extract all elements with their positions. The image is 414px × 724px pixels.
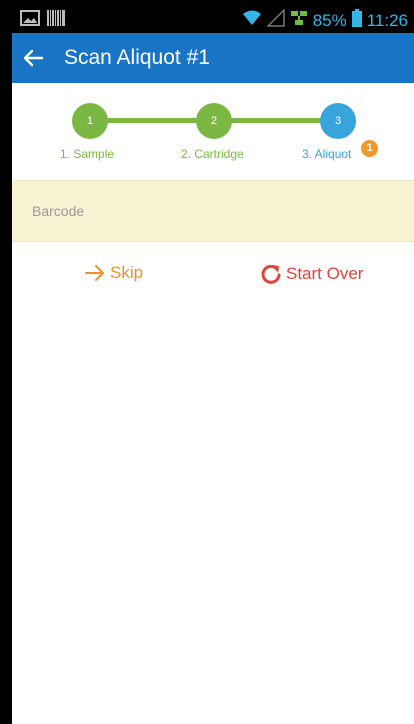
signal-icon	[265, 8, 285, 32]
step-2-circle[interactable]: 2	[196, 103, 232, 139]
page-title: Scan Aliquot #1	[64, 46, 210, 69]
step-3-label: 3. Aliquot	[302, 147, 352, 161]
start-over-button[interactable]: Start Over	[260, 263, 363, 285]
battery-icon	[351, 9, 362, 32]
step-1-circle[interactable]: 1	[72, 103, 108, 139]
step-3-circle[interactable]: 3	[320, 103, 356, 139]
phone-screen: 85% 11:26 Scan Aliquot #1 1 2 3 1. Sampl…	[12, 5, 414, 724]
clock-time: 11:26	[366, 10, 408, 30]
skip-label: Skip	[110, 263, 144, 282]
start-over-label: Start Over	[286, 264, 364, 283]
network-icon	[290, 9, 308, 32]
step-2-label: 2. Cartridge	[181, 147, 244, 161]
step-3-badge: 1	[361, 140, 378, 157]
barcode-input[interactable]	[30, 198, 404, 224]
app-bar: Scan Aliquot #1	[12, 33, 414, 83]
step-1-label: 1. Sample	[60, 147, 115, 161]
status-bar-right: 85% 11:26	[242, 8, 408, 32]
status-bar-left	[20, 9, 66, 32]
barcode-icon	[46, 9, 66, 32]
status-bar: 85% 11:26	[12, 5, 414, 33]
skip-button[interactable]: Skip	[84, 263, 143, 283]
refresh-icon	[261, 264, 281, 284]
arrow-left-icon	[23, 49, 44, 67]
barcode-field-row	[12, 180, 414, 242]
progress-stepper: 1 2 3 1. Sample 2. Cartridge 3. Aliquot …	[12, 83, 414, 180]
wifi-icon	[242, 9, 262, 32]
arrow-right-icon	[85, 265, 104, 281]
image-icon	[20, 10, 40, 31]
back-button[interactable]	[18, 43, 48, 73]
battery-percentage: 85%	[312, 10, 347, 30]
